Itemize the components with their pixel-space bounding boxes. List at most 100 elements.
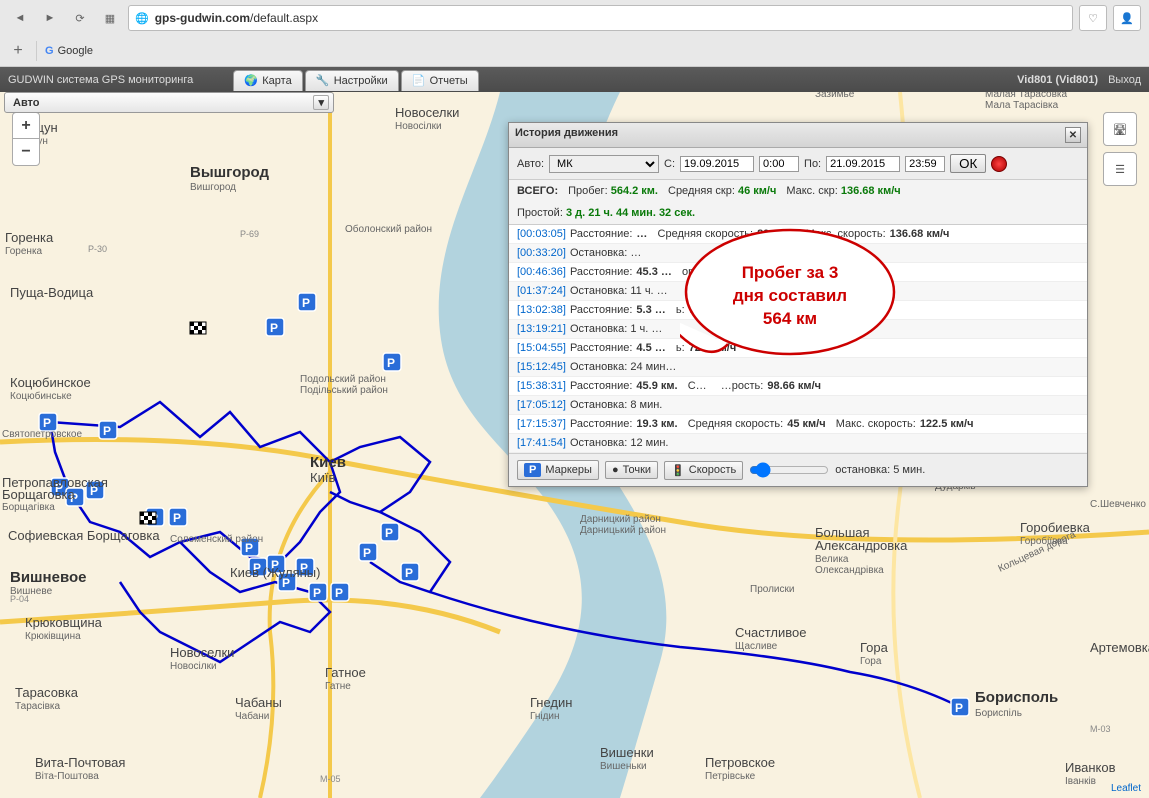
- stop-slider[interactable]: [749, 462, 829, 478]
- wrench-icon: 🔧: [316, 74, 330, 88]
- svg-text:Пролиски: Пролиски: [750, 584, 794, 595]
- speed-button[interactable]: 🚦 Скорость: [664, 461, 743, 480]
- new-tab-button[interactable]: +: [8, 41, 28, 61]
- zoom-in-button[interactable]: +: [13, 113, 39, 139]
- svg-text:Щасливе: Щасливе: [735, 641, 778, 652]
- svg-text:Новоселки: Новоселки: [395, 105, 459, 120]
- svg-text:Олександрівка: Олександрівка: [815, 565, 884, 576]
- zoom-control: + −: [12, 112, 40, 166]
- zoom-out-button[interactable]: −: [13, 139, 39, 165]
- end-flag-icon: [140, 512, 156, 524]
- svg-text:Вита-Почтовая: Вита-Почтовая: [35, 755, 125, 770]
- svg-text:Гора: Гора: [860, 656, 882, 667]
- leaflet-attribution[interactable]: Leaflet: [1111, 783, 1141, 794]
- svg-text:Подільський район: Подільський район: [300, 385, 388, 396]
- history-row[interactable]: [17:05:12] Остановка: 8 мин.: [509, 396, 1087, 415]
- svg-text:P: P: [363, 546, 371, 560]
- svg-text:M-03: M-03: [1090, 724, 1111, 734]
- svg-text:Вишгород: Вишгород: [190, 182, 236, 193]
- to-time-input[interactable]: [905, 156, 945, 172]
- profile-button[interactable]: 👤: [1113, 5, 1141, 31]
- svg-text:Гнідин: Гнідин: [530, 711, 560, 722]
- svg-text:Гатное: Гатное: [325, 665, 366, 680]
- svg-text:Киев (Жуляны): Киев (Жуляны): [230, 565, 320, 580]
- svg-text:Тарасівка: Тарасівка: [15, 701, 60, 712]
- history-controls: Авто: МК С: По: ОК: [509, 148, 1087, 180]
- svg-text:Велика: Велика: [815, 554, 849, 565]
- history-row[interactable]: [15:04:55] Расстояние: 4.5 … ь: 72.6 км/…: [509, 339, 1087, 358]
- svg-text:Новосілки: Новосілки: [395, 121, 442, 132]
- address-bar-row: ◄ ► ⟳ ▦ 🌐 gps-gudwin.com/default.aspx ♡ …: [0, 0, 1149, 36]
- svg-text:Іванків: Іванків: [1065, 776, 1096, 787]
- ok-button[interactable]: ОК: [950, 154, 986, 173]
- vehicle-selector[interactable]: Авто ▾: [4, 92, 334, 113]
- svg-text:Вышгород: Вышгород: [190, 164, 269, 181]
- url-text: gps-gudwin.com/default.aspx: [155, 11, 1066, 25]
- svg-text:Горенка: Горенка: [5, 230, 54, 245]
- history-summary: ВСЕГО: Пробег: 564.2 км. Средняя скр: 46…: [509, 180, 1087, 225]
- tab-settings[interactable]: 🔧Настройки: [305, 70, 399, 91]
- from-date-input[interactable]: [680, 156, 754, 172]
- svg-text:Мала Тарасівка: Мала Тарасівка: [985, 100, 1059, 111]
- auto-select[interactable]: МК: [549, 155, 659, 173]
- history-row[interactable]: [15:38:31] Расстояние: 45.9 км. С… …рост…: [509, 377, 1087, 396]
- svg-text:Дарницький район: Дарницький район: [580, 525, 666, 536]
- stop-duration-label: остановка: 5 мин.: [835, 464, 925, 476]
- from-time-input[interactable]: [759, 156, 799, 172]
- road-layer-button[interactable]: 🛣: [1103, 112, 1137, 146]
- chevron-down-icon: ▾: [313, 95, 329, 110]
- svg-text:Борщагівка: Борщагівка: [2, 502, 55, 513]
- history-panel-title: История движения ✕: [509, 123, 1087, 148]
- svg-text:P: P: [385, 526, 393, 540]
- app-title: GUDWIN система GPS мониторинга: [8, 74, 193, 86]
- svg-text:С.Шевченко: С.Шевченко: [1090, 499, 1146, 510]
- svg-text:Пуща-Водица: Пуща-Водица: [10, 285, 94, 300]
- svg-text:Александровка: Александровка: [815, 538, 908, 553]
- svg-text:Зазимье: Зазимье: [815, 92, 855, 100]
- layers-button[interactable]: ☰: [1103, 152, 1137, 186]
- favorite-button[interactable]: ♡: [1079, 5, 1107, 31]
- svg-text:Вишневое: Вишневое: [10, 569, 87, 586]
- tab-map[interactable]: 🌍Карта: [233, 70, 302, 91]
- svg-text:P: P: [103, 424, 111, 438]
- svg-text:Гатне: Гатне: [325, 681, 351, 692]
- logout-link[interactable]: Выход: [1108, 74, 1141, 86]
- vehicle-selector-bar: Авто ▾: [4, 92, 334, 113]
- history-row[interactable]: [15:12:45] Остановка: 24 мин…: [509, 358, 1087, 377]
- svg-text:Соломенский район: Соломенский район: [170, 534, 263, 545]
- svg-text:Крюківщина: Крюківщина: [25, 631, 81, 642]
- from-label: С:: [664, 158, 675, 170]
- history-row[interactable]: [17:41:54] Остановка: 12 мин.: [509, 434, 1087, 453]
- svg-text:Оболонский район: Оболонский район: [345, 223, 432, 235]
- svg-text:P: P: [173, 511, 181, 525]
- svg-text:P: P: [387, 356, 395, 370]
- svg-text:Коцюбинське: Коцюбинське: [10, 390, 72, 402]
- forward-button[interactable]: ►: [38, 6, 62, 30]
- points-button[interactable]: ● Точки: [605, 461, 658, 479]
- svg-text:Бориспіль: Бориспіль: [975, 708, 1022, 719]
- markers-button[interactable]: PМаркеры: [517, 460, 599, 480]
- svg-text:P: P: [302, 296, 310, 310]
- svg-text:P-04: P-04: [10, 594, 29, 604]
- apps-button[interactable]: ▦: [98, 6, 122, 30]
- svg-text:P-30: P-30: [88, 244, 107, 254]
- app-tabs: 🌍Карта 🔧Настройки 📄Отчеты: [233, 70, 478, 91]
- svg-text:Коцюбинское: Коцюбинское: [10, 375, 91, 390]
- svg-text:Новоселки: Новоселки: [170, 645, 234, 660]
- to-date-input[interactable]: [826, 156, 900, 172]
- stop-button[interactable]: [991, 156, 1007, 172]
- svg-text:Борщаговка: Борщаговка: [2, 487, 75, 502]
- svg-text:Новосілки: Новосілки: [170, 661, 217, 672]
- svg-text:P: P: [405, 566, 413, 580]
- url-box[interactable]: 🌐 gps-gudwin.com/default.aspx: [128, 5, 1073, 31]
- history-row[interactable]: [17:15:37] Расстояние: 19.3 км. Средняя …: [509, 415, 1087, 434]
- google-shortcut[interactable]: G Google: [36, 41, 101, 61]
- svg-text:Тарасовка: Тарасовка: [15, 685, 79, 700]
- tab-reports[interactable]: 📄Отчеты: [401, 70, 479, 91]
- close-icon[interactable]: ✕: [1065, 127, 1081, 143]
- google-icon: G: [45, 45, 54, 57]
- svg-text:Петрівське: Петрівське: [705, 771, 756, 782]
- back-button[interactable]: ◄: [8, 6, 32, 30]
- reload-button[interactable]: ⟳: [68, 6, 92, 30]
- vehicle-selector-label: Авто: [13, 97, 40, 109]
